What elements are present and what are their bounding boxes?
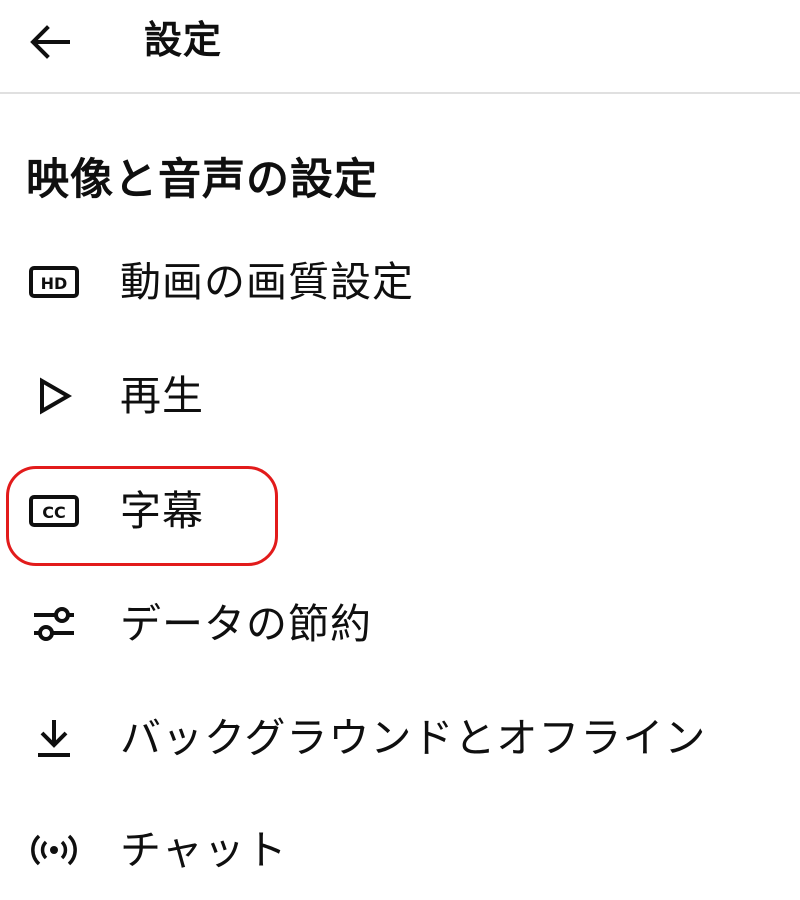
back-button[interactable] — [20, 12, 80, 72]
play-icon — [40, 377, 73, 415]
menu-item-captions[interactable]: CC 字幕 — [0, 461, 800, 561]
app-header: 設定 — [0, 0, 800, 94]
menu-item-playback[interactable]: 再生 — [0, 346, 800, 446]
broadcast-icon — [31, 834, 77, 866]
menu-item-label: 再生 — [120, 372, 204, 420]
menu-item-video-quality[interactable]: HD 動画の画質設定 — [0, 232, 800, 332]
svg-text:CC: CC — [42, 503, 65, 522]
page-title: 設定 — [144, 18, 223, 62]
section-title: 映像と音声の設定 — [26, 155, 378, 205]
hd-icon: HD — [29, 266, 79, 298]
menu-item-label: チャット — [120, 826, 288, 874]
closed-captions-icon: CC — [29, 495, 79, 527]
menu-item-label: 動画の画質設定 — [120, 258, 414, 306]
menu-item-chat[interactable]: チャット — [0, 800, 800, 900]
menu-item-label: バックグラウンドとオフライン — [120, 714, 707, 762]
menu-item-data-saver[interactable]: データの節約 — [0, 574, 800, 674]
svg-text:HD: HD — [41, 274, 68, 293]
menu-item-background-offline[interactable]: バックグラウンドとオフライン — [0, 688, 800, 788]
menu-item-label: 字幕 — [120, 487, 204, 535]
download-icon — [38, 720, 70, 757]
arrow-left-icon — [30, 25, 70, 59]
sliders-icon — [34, 607, 74, 641]
menu-item-label: データの節約 — [120, 600, 372, 648]
